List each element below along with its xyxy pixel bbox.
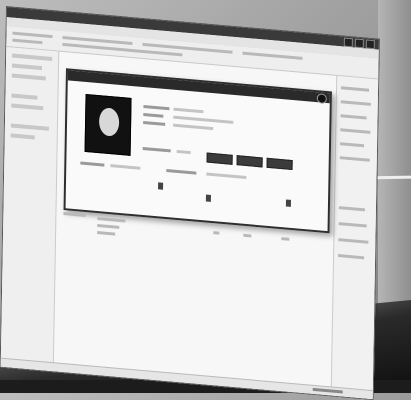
field-value xyxy=(110,164,141,170)
dialog-icon[interactable] xyxy=(285,199,292,207)
field-label xyxy=(166,169,197,175)
dialog-button[interactable] xyxy=(266,157,293,171)
list-item[interactable] xyxy=(340,114,367,120)
field-label xyxy=(142,146,171,153)
field-label xyxy=(143,113,164,118)
table-cell xyxy=(97,231,116,236)
list-item[interactable] xyxy=(340,128,371,134)
field-value xyxy=(173,107,204,114)
list-item[interactable] xyxy=(338,254,365,260)
field-value xyxy=(173,115,234,124)
person-details-dialog xyxy=(63,68,332,234)
field-label xyxy=(80,161,105,167)
table-cell xyxy=(213,231,220,235)
nav-item[interactable] xyxy=(11,73,46,81)
table-cell xyxy=(97,217,126,223)
list-item[interactable] xyxy=(339,156,370,162)
field-value xyxy=(173,123,214,131)
app-window xyxy=(0,6,380,400)
field-label xyxy=(143,105,170,111)
toolbar-item[interactable] xyxy=(242,51,303,60)
field-value xyxy=(176,149,191,155)
nav-item[interactable] xyxy=(12,53,53,62)
person-photo-icon xyxy=(84,93,132,156)
table-cell xyxy=(243,233,252,238)
toolbar-item[interactable] xyxy=(12,38,43,45)
nav-item[interactable] xyxy=(11,63,42,71)
right-pane xyxy=(330,75,379,400)
nav-item[interactable] xyxy=(10,133,35,140)
list-item[interactable] xyxy=(338,222,367,228)
dialog-button[interactable] xyxy=(236,155,263,168)
list-item[interactable] xyxy=(338,206,365,212)
left-nav xyxy=(0,47,60,372)
dialog-button[interactable] xyxy=(206,152,233,165)
table-cell xyxy=(97,224,120,229)
nav-item[interactable] xyxy=(11,93,38,100)
dialog-icon[interactable] xyxy=(205,194,211,202)
field-label xyxy=(143,121,166,126)
table-cell xyxy=(63,212,86,217)
list-item[interactable] xyxy=(340,142,365,148)
field-value xyxy=(206,172,247,180)
nav-item[interactable] xyxy=(10,123,49,131)
table-cell xyxy=(281,237,290,241)
toolbar-item[interactable] xyxy=(12,31,53,39)
dialog-close-icon[interactable] xyxy=(316,93,327,105)
list-item[interactable] xyxy=(341,86,370,92)
dialog-icon[interactable] xyxy=(158,182,164,190)
nav-item[interactable] xyxy=(11,103,44,111)
list-item[interactable] xyxy=(340,100,371,106)
screen-wrap xyxy=(0,0,411,400)
face-shape xyxy=(98,107,120,137)
list-item[interactable] xyxy=(338,238,369,244)
